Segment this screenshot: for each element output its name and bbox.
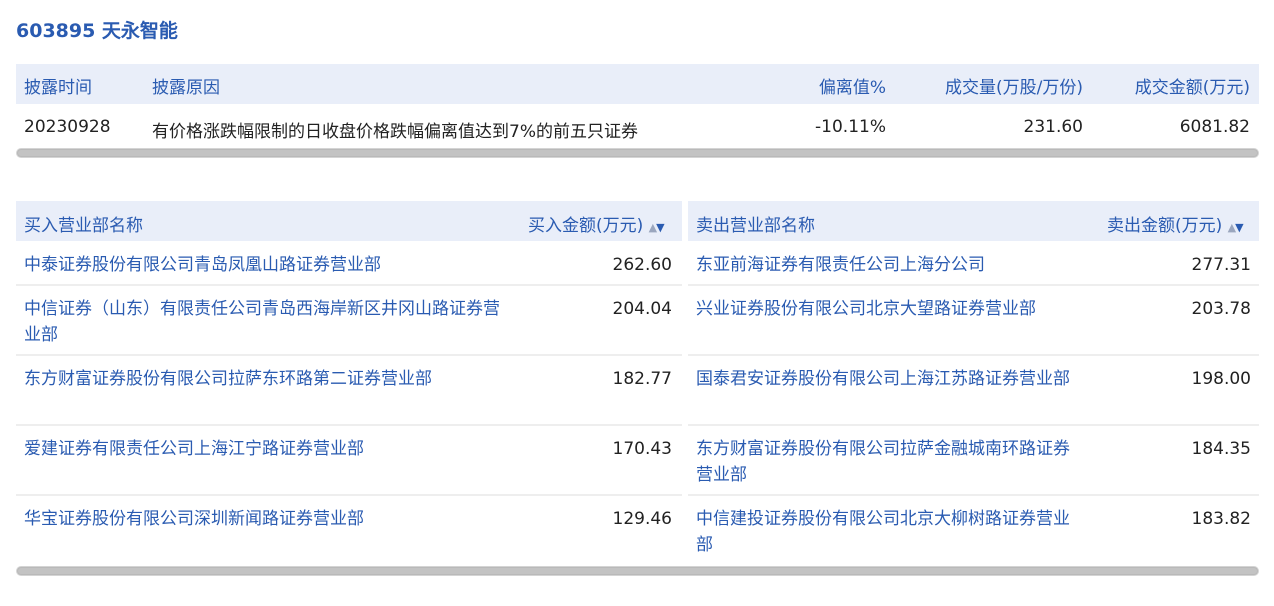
header-sell-broker: 卖出营业部名称 [696,216,815,236]
column-separator [682,201,688,565]
buy-amount-1: 262.60 [612,255,672,275]
deviation-value: -10.11% [815,117,886,137]
header-deviation: 偏离值% [818,78,886,98]
header-disclosure-reason: 披露原因 [152,78,220,98]
sell-amount-1: 277.31 [1191,255,1251,275]
row-divider [16,424,682,426]
sell-amount-5: 183.82 [1191,509,1251,529]
header-sell-amount[interactable]: 卖出金额(万元) ▲▼ [1107,211,1244,236]
header-buy-broker: 买入营业部名称 [24,216,143,236]
scrollbar-thumb[interactable] [18,568,1257,574]
buy-broker-2[interactable]: 中信证券（山东）有限责任公司青岛西海岸新区井冈山路证券营业部 [24,296,504,348]
header-disclosure-date: 披露时间 [24,78,92,98]
buy-amount-2: 204.04 [612,299,672,319]
sell-broker-5[interactable]: 中信建投证券股份有限公司北京大柳树路证券营业部 [696,506,1086,558]
header-sell-amount-label[interactable]: 卖出金额(万元) [1107,216,1222,236]
row-divider [688,424,1259,426]
row-divider [16,284,682,286]
sort-up-down-icon[interactable]: ▲▼ [649,221,665,234]
sell-broker-4[interactable]: 东方财富证券股份有限公司拉萨金融城南环路证券营业部 [696,436,1086,488]
row-divider [688,354,1259,356]
sell-amount-4: 184.35 [1191,439,1251,459]
buy-amount-4: 170.43 [612,439,672,459]
sell-amount-2: 203.78 [1191,299,1251,319]
buy-broker-3[interactable]: 东方财富证券股份有限公司拉萨东环路第二证券营业部 [24,366,504,392]
disclosure-reason: 有价格涨跌幅限制的日收盘价格跌幅偏离值达到7%的前五只证券 [152,122,638,142]
header-buy-amount-label[interactable]: 买入金额(万元) [528,216,643,236]
stock-title: 603895 天永智能 [16,20,178,42]
buy-broker-1[interactable]: 中泰证券股份有限公司青岛凤凰山路证券营业部 [24,252,504,278]
scrollbar-thumb[interactable] [18,150,1257,156]
volume-value: 231.60 [1023,117,1083,137]
row-divider [688,494,1259,496]
sort-up-down-icon[interactable]: ▲▼ [1228,221,1244,234]
buy-broker-5[interactable]: 华宝证券股份有限公司深圳新闻路证券营业部 [24,506,504,532]
header-buy-amount[interactable]: 买入金额(万元) ▲▼ [528,211,665,236]
sell-broker-3[interactable]: 国泰君安证券股份有限公司上海江苏路证券营业部 [696,366,1086,392]
row-divider [16,354,682,356]
horizontal-scrollbar-top[interactable] [16,148,1259,158]
header-volume: 成交量(万股/万份) [945,78,1083,98]
sell-broker-1[interactable]: 东亚前海证券有限责任公司上海分公司 [696,252,1086,278]
buy-amount-5: 129.46 [612,509,672,529]
horizontal-scrollbar-bottom[interactable] [16,566,1259,576]
header-turnover: 成交金额(万元) [1134,78,1250,98]
sell-amount-3: 198.00 [1191,369,1251,389]
row-divider [688,284,1259,286]
row-divider [16,494,682,496]
turnover-value: 6081.82 [1179,117,1250,137]
sell-broker-2[interactable]: 兴业证券股份有限公司北京大望路证券营业部 [696,296,1086,322]
disclosure-date: 20230928 [24,117,111,137]
buy-amount-3: 182.77 [612,369,672,389]
buy-broker-4[interactable]: 爱建证券有限责任公司上海江宁路证券营业部 [24,436,504,462]
